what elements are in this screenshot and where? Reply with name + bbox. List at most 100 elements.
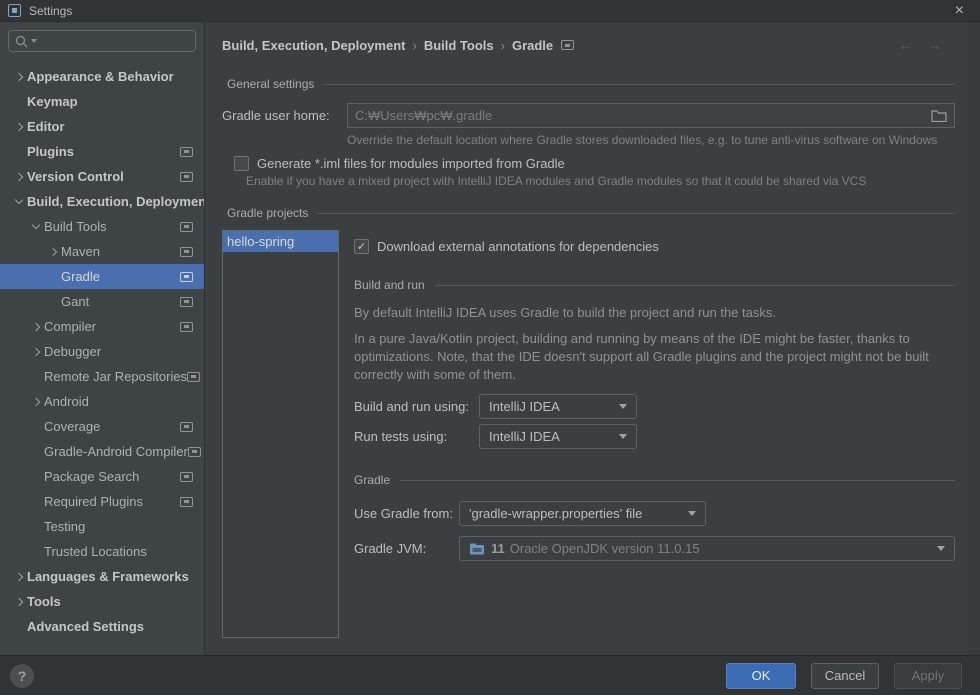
sidebar-item-gant[interactable]: Gant <box>0 289 204 314</box>
sidebar-item-label: Build Tools <box>44 219 107 234</box>
gradle-projects-header: Gradle projects <box>227 206 955 220</box>
sidebar-item-label: Android <box>44 394 89 409</box>
sidebar-item-label: Testing <box>44 519 85 534</box>
chevron-right-icon[interactable] <box>10 174 27 180</box>
chevron-right-icon[interactable] <box>44 249 61 255</box>
generate-iml-hint: Enable if you have a mixed project with … <box>246 174 955 188</box>
sidebar-item-editor[interactable]: Editor <box>0 114 204 139</box>
sidebar-item-label: Trusted Locations <box>44 544 147 559</box>
apply-button[interactable]: Apply <box>894 663 962 689</box>
monitor-icon <box>180 497 193 507</box>
sidebar-item-trusted-locations[interactable]: Trusted Locations <box>0 539 204 564</box>
sidebar-item-maven[interactable]: Maven <box>0 239 204 264</box>
sidebar-item-build-tools[interactable]: Build Tools <box>0 214 204 239</box>
sidebar-item-languages-frameworks[interactable]: Languages & Frameworks <box>0 564 204 589</box>
sidebar-item-gradle[interactable]: Gradle <box>0 264 204 289</box>
sidebar-item-build-execution-deployment[interactable]: Build, Execution, Deployment <box>0 189 204 214</box>
sidebar: Appearance & Behavior Keymap EditorPlugins… <box>0 22 205 655</box>
breadcrumb-item[interactable]: Build, Execution, Deployment <box>222 38 405 53</box>
settings-dialog: Settings × Appearance & Behavior Keymap Ed… <box>0 0 980 695</box>
use-gradle-from-select[interactable]: 'gradle-wrapper.properties' file <box>459 501 706 526</box>
monitor-icon <box>188 447 201 457</box>
breadcrumb-item[interactable]: Gradle <box>512 38 553 53</box>
close-icon[interactable]: × <box>947 3 972 19</box>
gradle-user-home-input[interactable]: C:₩Users₩pc₩.gradle <box>347 103 955 128</box>
monitor-icon <box>180 422 193 432</box>
chevron-right-icon[interactable] <box>27 399 44 405</box>
chevron-right-icon[interactable] <box>10 74 27 80</box>
sidebar-item-label: Languages & Frameworks <box>27 569 189 584</box>
download-annotations-checkbox[interactable] <box>354 239 369 254</box>
sidebar-item-coverage[interactable]: Coverage <box>0 414 204 439</box>
sidebar-item-label: Appearance & Behavior <box>27 69 174 84</box>
monitor-icon <box>180 322 193 332</box>
gradle-jvm-detail: Oracle OpenJDK version 11.0.15 <box>510 541 700 556</box>
window-title: Settings <box>29 4 72 18</box>
jdk-icon <box>469 543 485 555</box>
monitor-icon <box>180 172 193 182</box>
forward-icon[interactable]: → <box>927 37 941 53</box>
gradle-projects-list[interactable]: hello-spring <box>222 230 339 638</box>
sidebar-item-plugins[interactable]: Plugins <box>0 139 204 164</box>
settings-window-icon <box>8 4 21 17</box>
run-tests-using-label: Run tests using: <box>354 429 479 444</box>
chevron-right-icon[interactable] <box>10 124 27 130</box>
project-list-item[interactable]: hello-spring <box>223 231 338 252</box>
chevron-right-icon[interactable] <box>27 349 44 355</box>
sidebar-item-label: Keymap <box>27 94 78 109</box>
build-run-description: By default IntelliJ IDEA uses Gradle to … <box>354 304 955 322</box>
sidebar-item-advanced-settings[interactable]: Advanced Settings <box>0 614 204 639</box>
breadcrumb-item[interactable]: Build Tools <box>424 38 494 53</box>
chevron-down-icon[interactable] <box>27 225 44 228</box>
build-and-run-using-select[interactable]: IntelliJ IDEA <box>479 394 637 419</box>
download-annotations-label: Download external annotations for depend… <box>377 239 659 254</box>
gradle-user-home-value: C:₩Users₩pc₩.gradle <box>355 108 931 123</box>
chevron-down-icon <box>31 39 37 43</box>
cancel-button[interactable]: Cancel <box>811 663 879 689</box>
titlebar[interactable]: Settings × <box>0 0 980 22</box>
generate-iml-label: Generate *.iml files for modules importe… <box>257 156 565 171</box>
gradle-jvm-select[interactable]: 11 Oracle OpenJDK version 11.0.15 <box>459 536 955 561</box>
scrollbar[interactable] <box>968 22 980 655</box>
monitor-icon <box>180 247 193 257</box>
settings-tree: Appearance & Behavior Keymap EditorPlugins… <box>0 64 204 639</box>
sidebar-item-debugger[interactable]: Debugger <box>0 339 204 364</box>
sidebar-item-compiler[interactable]: Compiler <box>0 314 204 339</box>
gradle-jvm-label: Gradle JVM: <box>354 541 459 556</box>
monitor-icon <box>180 272 193 282</box>
chevron-down-icon <box>619 434 627 439</box>
help-button[interactable]: ? <box>10 664 34 688</box>
sidebar-item-keymap[interactable]: Keymap <box>0 89 204 114</box>
sidebar-item-label: Required Plugins <box>44 494 143 509</box>
sidebar-item-label: Advanced Settings <box>27 619 144 634</box>
generate-iml-checkbox[interactable] <box>234 156 249 171</box>
chevron-right-icon[interactable] <box>10 574 27 580</box>
sidebar-item-remote-jar-repositories[interactable]: Remote Jar Repositories <box>0 364 204 389</box>
sidebar-item-version-control[interactable]: Version Control <box>0 164 204 189</box>
sidebar-item-tools[interactable]: Tools <box>0 589 204 614</box>
sidebar-item-label: Tools <box>27 594 61 609</box>
sidebar-item-label: Gant <box>61 294 89 309</box>
chevron-right-icon[interactable] <box>27 324 44 330</box>
run-tests-using-select[interactable]: IntelliJ IDEA <box>479 424 637 449</box>
sidebar-item-appearance-behavior[interactable]: Appearance & Behavior <box>0 64 204 89</box>
build-run-using-label: Build and run using: <box>354 399 479 414</box>
sidebar-item-package-search[interactable]: Package Search <box>0 464 204 489</box>
sidebar-item-gradle-android-compiler[interactable]: Gradle-Android Compiler <box>0 439 204 464</box>
search-input[interactable] <box>8 30 196 52</box>
gradle-user-home-hint: Override the default location where Grad… <box>347 133 955 147</box>
chevron-right-icon[interactable] <box>10 599 27 605</box>
monitor-icon <box>180 222 193 232</box>
sidebar-item-testing[interactable]: Testing <box>0 514 204 539</box>
folder-icon[interactable] <box>931 109 947 122</box>
sidebar-item-android[interactable]: Android <box>0 389 204 414</box>
sidebar-item-required-plugins[interactable]: Required Plugins <box>0 489 204 514</box>
sidebar-item-label: Debugger <box>44 344 101 359</box>
monitor-icon <box>187 372 200 382</box>
ok-button[interactable]: OK <box>726 663 796 689</box>
chevron-down-icon[interactable] <box>10 200 27 203</box>
monitor-icon <box>180 147 193 157</box>
sidebar-item-label: Build, Execution, Deployment <box>27 194 205 209</box>
gradle-jvm-version: 11 <box>491 541 505 556</box>
back-icon[interactable]: ← <box>899 37 913 53</box>
